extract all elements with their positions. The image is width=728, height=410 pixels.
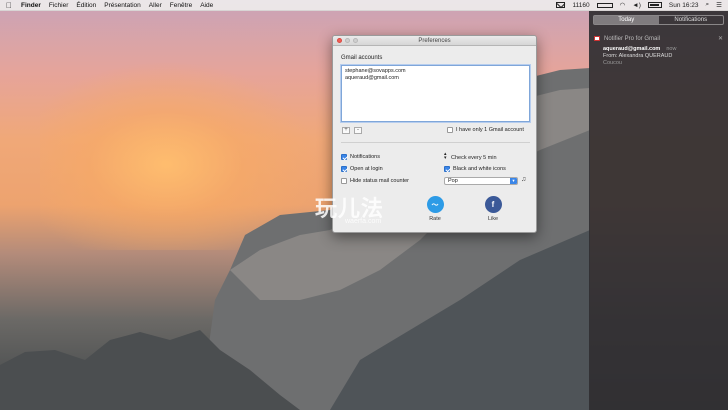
list-item[interactable]: aqueraud@gmail.com	[345, 75, 526, 82]
watermark-url: waerfa.com	[345, 218, 382, 225]
chevron-down-icon: ▾	[510, 178, 517, 184]
close-window-button[interactable]	[337, 38, 342, 43]
open-at-login-option[interactable]: Open at login	[341, 166, 383, 172]
notification-title: aqueraud@gmail.com	[603, 46, 661, 52]
minimize-window-button[interactable]	[345, 38, 350, 43]
like-label: Like	[487, 216, 499, 222]
tab-today[interactable]: Today	[594, 16, 659, 24]
volume-icon[interactable]: ◄)	[632, 2, 641, 9]
notifications-label: Notifications	[350, 154, 380, 160]
zoom-window-button[interactable]	[353, 38, 358, 43]
clock[interactable]: Sun 16:23	[669, 2, 699, 9]
interval-stepper[interactable]	[444, 151, 448, 161]
notifications-checkbox[interactable]	[341, 154, 347, 160]
music-note-icon[interactable]: ♫	[521, 176, 526, 183]
open-at-login-label: Open at login	[350, 166, 383, 172]
menu-fichier[interactable]: Fichier	[49, 2, 69, 9]
bw-icons-checkbox[interactable]	[444, 166, 450, 172]
battery-icon[interactable]	[647, 2, 662, 8]
mail-counter[interactable]: 11160	[572, 2, 589, 9]
like-button[interactable]: f Like	[480, 196, 506, 222]
gmail-icon	[594, 36, 600, 41]
menu-edition[interactable]: Édition	[76, 2, 96, 9]
menu-aide[interactable]: Aide	[200, 2, 213, 9]
notification-app-name: Notifier Pro for Gmail	[604, 35, 661, 42]
notification-item[interactable]: aqueraud@gmail.com now From: Alexandra QU…	[603, 46, 723, 67]
status-area: 11160 ◠ ◄) Sun 16:23 ⌕ ☰	[556, 1, 722, 9]
activity-icon[interactable]	[596, 2, 613, 8]
menu-presentation[interactable]: Présentation	[104, 2, 141, 9]
remove-account-button[interactable]: -	[354, 127, 362, 134]
accounts-list[interactable]: stephane@sovapps.com aqueraud@gmail.com	[341, 65, 530, 122]
only-one-checkbox[interactable]	[447, 127, 453, 133]
bw-icons-label: Black and white icons	[453, 166, 506, 172]
menu-aller[interactable]: Aller	[149, 2, 162, 9]
notification-app-header: Notifier Pro for Gmail ✕	[594, 35, 723, 42]
check-interval-label: Check every 5 min	[451, 154, 497, 161]
open-at-login-checkbox[interactable]	[341, 166, 347, 172]
wifi-icon[interactable]: ◠	[620, 1, 626, 9]
only-one-label: I have only 1 Gmail account	[456, 127, 524, 133]
tab-notifications[interactable]: Notifications	[659, 16, 724, 24]
nc-tabs: Today Notifications	[593, 15, 724, 25]
menu-finder[interactable]: Finder	[21, 2, 41, 9]
rate-icon: 〜	[426, 196, 444, 213]
spotlight-icon[interactable]: ⌕	[706, 1, 710, 9]
notification-center-icon[interactable]: ☰	[716, 1, 722, 9]
window-titlebar[interactable]: Preferences	[333, 36, 536, 46]
notifications-option[interactable]: Notifications	[341, 154, 380, 160]
only-one-account-option[interactable]: I have only 1 Gmail account	[447, 127, 524, 133]
hide-counter-checkbox[interactable]	[341, 178, 347, 184]
sound-select[interactable]: Pop ▾	[444, 177, 518, 185]
check-interval-option[interactable]: Check every 5 min	[444, 151, 497, 161]
sound-value: Pop	[448, 178, 458, 184]
rate-button[interactable]: 〜 Rate	[422, 196, 448, 222]
mail-icon[interactable]	[556, 2, 566, 8]
add-account-button[interactable]: +	[342, 127, 350, 134]
accounts-label: Gmail accounts	[341, 55, 383, 61]
list-item[interactable]: stephane@sovapps.com	[345, 68, 526, 75]
facebook-icon: f	[484, 196, 502, 213]
rate-label: Rate	[429, 216, 441, 222]
hide-counter-option[interactable]: Hide status mail counter	[341, 178, 409, 184]
close-icon[interactable]: ✕	[718, 35, 723, 42]
notification-time: now	[666, 46, 677, 52]
divider	[341, 142, 530, 143]
apple-icon[interactable]: 	[6, 1, 12, 10]
menu-bar:  Finder Fichier Édition Présentation Al…	[0, 0, 728, 11]
notification-center: Today Notifications Notifier Pro for Gma…	[589, 11, 728, 410]
notification-body: Coucou	[603, 60, 622, 66]
notification-from: From: Alexandra QUERAUD	[603, 53, 673, 59]
window-title: Preferences	[418, 38, 451, 44]
bw-icons-option[interactable]: Black and white icons	[444, 166, 506, 172]
menu-fenetre[interactable]: Fenêtre	[170, 2, 192, 9]
hide-counter-label: Hide status mail counter	[350, 178, 409, 184]
